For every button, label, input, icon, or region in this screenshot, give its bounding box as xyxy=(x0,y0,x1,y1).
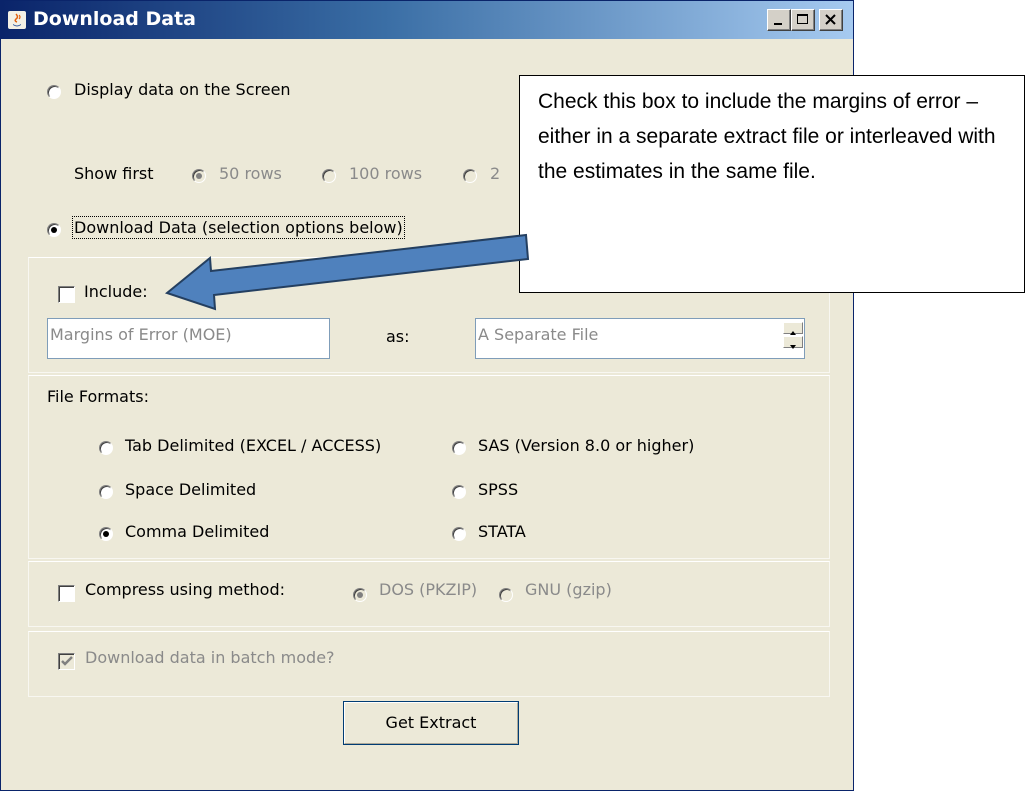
annotation-arrow xyxy=(164,233,530,311)
annotation-arrow-layer xyxy=(164,233,530,311)
